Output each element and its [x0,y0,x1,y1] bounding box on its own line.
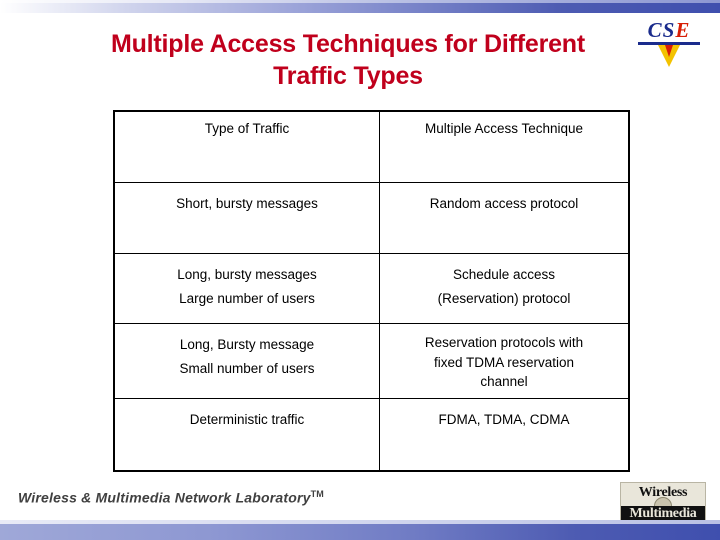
cell-text: Short, bursty messages [176,196,318,211]
table-row: Short, bursty messages Random access pro… [113,182,630,254]
bottom-decorative-bar [0,524,720,540]
table-cell-traffic: Long, bursty messages Large number of us… [113,253,380,324]
table-row: Long, Bursty message Small number of use… [113,323,630,399]
footer-lab-name: Wireless & Multimedia Network Laboratory… [18,489,324,506]
top-accent-strip [0,0,720,3]
cse-logo: CSE [634,20,704,72]
page-title-line1: Multiple Access Techniques for Different [110,30,586,58]
footer-lab-label: Wireless & Multimedia Network Laboratory [18,489,311,506]
table-cell-technique: Random access protocol [379,182,630,254]
table-header-technique: Multiple Access Technique [379,110,630,183]
cell-text: FDMA, TDMA, CDMA [438,411,570,427]
traffic-technique-table: Type of Traffic Multiple Access Techniqu… [113,110,630,472]
cell-text: Reservation protocols with [424,335,584,350]
table-cell-traffic: Short, bursty messages [113,182,380,254]
cell-text: Random access protocol [429,196,579,211]
cell-text: fixed TDMA reservation [433,354,575,370]
table-cell-technique: Schedule access (Reservation) protocol [379,253,630,324]
table-cell-traffic: Deterministic traffic [113,397,380,472]
cse-logo-text: CSE [634,20,704,41]
table-cell-technique: FDMA, TDMA, CDMA [379,397,630,472]
cell-text: Deterministic traffic [189,411,305,427]
cell-text: Schedule access [452,267,556,282]
table-cell-technique: Reservation protocols with fixed TDMA re… [379,323,630,399]
cell-text: channel [480,374,528,390]
table-header-row: Type of Traffic Multiple Access Techniqu… [113,110,630,183]
cell-text: Long, bursty messages [177,267,317,282]
table-cell-traffic: Long, Bursty message Small number of use… [113,323,380,399]
flame-icon [658,45,680,67]
cse-logo-cs: CS [647,18,676,42]
cell-text: (Reservation) protocol [437,290,571,306]
page-title-line2: Traffic Types [273,62,423,90]
table-header-traffic: Type of Traffic [113,110,380,183]
cell-text: Small number of users [179,360,315,376]
cse-logo-e: E [675,18,691,42]
page-title: Multiple Access Techniques for Different… [48,28,648,92]
cell-text: Large number of users [179,290,315,306]
table-row: Long, bursty messages Large number of us… [113,253,630,324]
trademark-symbol: TM [310,489,325,499]
table-row: Deterministic traffic FDMA, TDMA, CDMA [113,397,630,472]
cell-text: Long, Bursty message [179,337,315,352]
wireless-multimedia-logo: Wireless Multimedia [620,482,706,524]
